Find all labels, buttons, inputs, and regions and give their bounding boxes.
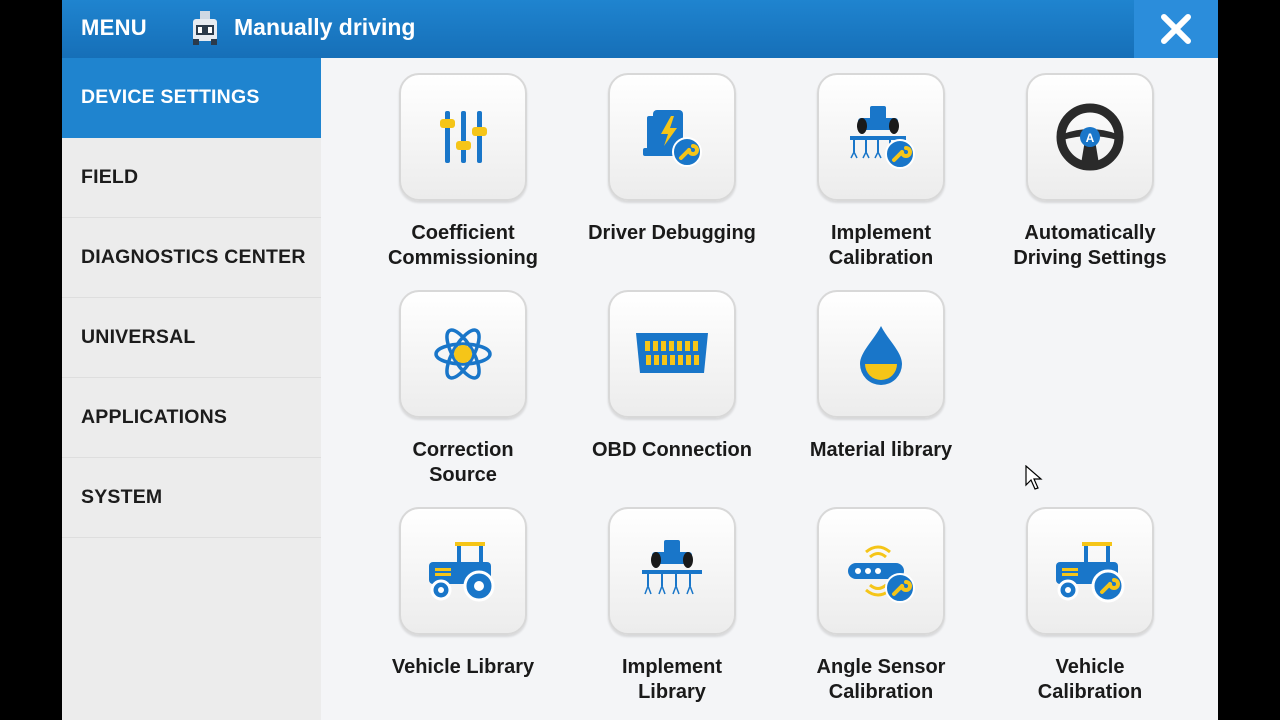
tile-angle-sensor-calibration[interactable]: Angle Sensor Calibration [781,507,981,705]
tile-coefficient-commissioning[interactable]: Coefficient Commissioning [363,73,563,271]
obd-connection-button[interactable] [608,290,736,418]
tile-label: Correction Source [412,439,514,486]
tile-label: Coefficient Commissioning [387,222,538,269]
tile-label: Implement Library [621,656,723,703]
tile-label: Driver Debugging [588,222,756,244]
tile-label: Vehicle Library [391,656,535,678]
implement-icon [642,540,702,595]
coefficient-commissioning-button[interactable] [399,73,527,201]
settings-grid: Coefficient Commissioning Driver Debuggi… [321,58,1218,720]
tractor-wrench-icon [1056,542,1125,603]
sidebar-item-system[interactable]: SYSTEM [62,458,321,538]
tile-label: Automatically Driving Settings [1013,222,1167,269]
sidebar-item-applications[interactable]: APPLICATIONS [62,378,321,458]
sidebar: DEVICE SETTINGS FIELD DIAGNOSTICS CENTER… [62,58,321,720]
vehicle-library-button[interactable] [399,507,527,635]
tile-correction-source[interactable]: Correction Source [363,290,563,488]
close-button[interactable] [1134,0,1218,58]
driving-mode-label: Manually driving [234,14,416,40]
implement-calibration-icon [850,106,915,169]
mouse-pointer-icon [1025,465,1043,490]
close-icon [1161,14,1191,44]
tile-automatically-driving-settings[interactable]: A Automatically Driving Settings [990,73,1190,271]
app-window: MENU Manually driving DEVICE SETTINGS FI… [62,0,1218,720]
tractor-icon [429,542,495,602]
drop-icon [860,326,902,385]
vehicle-calibration-button[interactable] [1026,507,1154,635]
steering-wheel-icon: A [1056,103,1124,171]
sidebar-item-universal[interactable]: UNIVERSAL [62,298,321,378]
material-library-button[interactable] [817,290,945,418]
tile-implement-calibration[interactable]: Implement Calibration [781,73,981,271]
angle-sensor-calibration-button[interactable] [817,507,945,635]
tile-obd-connection[interactable]: OBD Connection [572,290,772,463]
driver-debug-icon [643,110,702,167]
tile-label: Angle Sensor Calibration [816,656,946,703]
tile-label: OBD Connection [592,439,752,461]
tile-label: Implement Calibration [828,222,934,269]
angle-sensor-icon [848,545,915,603]
correction-source-button[interactable] [399,290,527,418]
sliders-icon [440,111,487,163]
obd-connector-icon [636,333,708,373]
menu-title: MENU [81,15,147,40]
svg-text:A: A [1086,131,1095,145]
sidebar-item-device-settings[interactable]: DEVICE SETTINGS [62,58,321,138]
tile-material-library[interactable]: Material library [781,290,981,463]
tractor-mode-icon [193,11,217,45]
implement-calibration-button[interactable] [817,73,945,201]
tile-label: Material library [809,439,953,461]
driver-debugging-button[interactable] [608,73,736,201]
header-bar: MENU Manually driving [62,0,1218,58]
tile-vehicle-library[interactable]: Vehicle Library [363,507,563,680]
tile-label: Vehicle Calibration [1037,656,1143,703]
implement-library-button[interactable] [608,507,736,635]
tile-vehicle-calibration[interactable]: Vehicle Calibration [990,507,1190,705]
tile-implement-library[interactable]: Implement Library [572,507,772,705]
automatically-driving-settings-button[interactable]: A [1026,73,1154,201]
atom-icon [434,328,492,380]
sidebar-item-field[interactable]: FIELD [62,138,321,218]
tile-driver-debugging[interactable]: Driver Debugging [572,73,772,246]
sidebar-item-diagnostics-center[interactable]: DIAGNOSTICS CENTER [62,218,321,298]
